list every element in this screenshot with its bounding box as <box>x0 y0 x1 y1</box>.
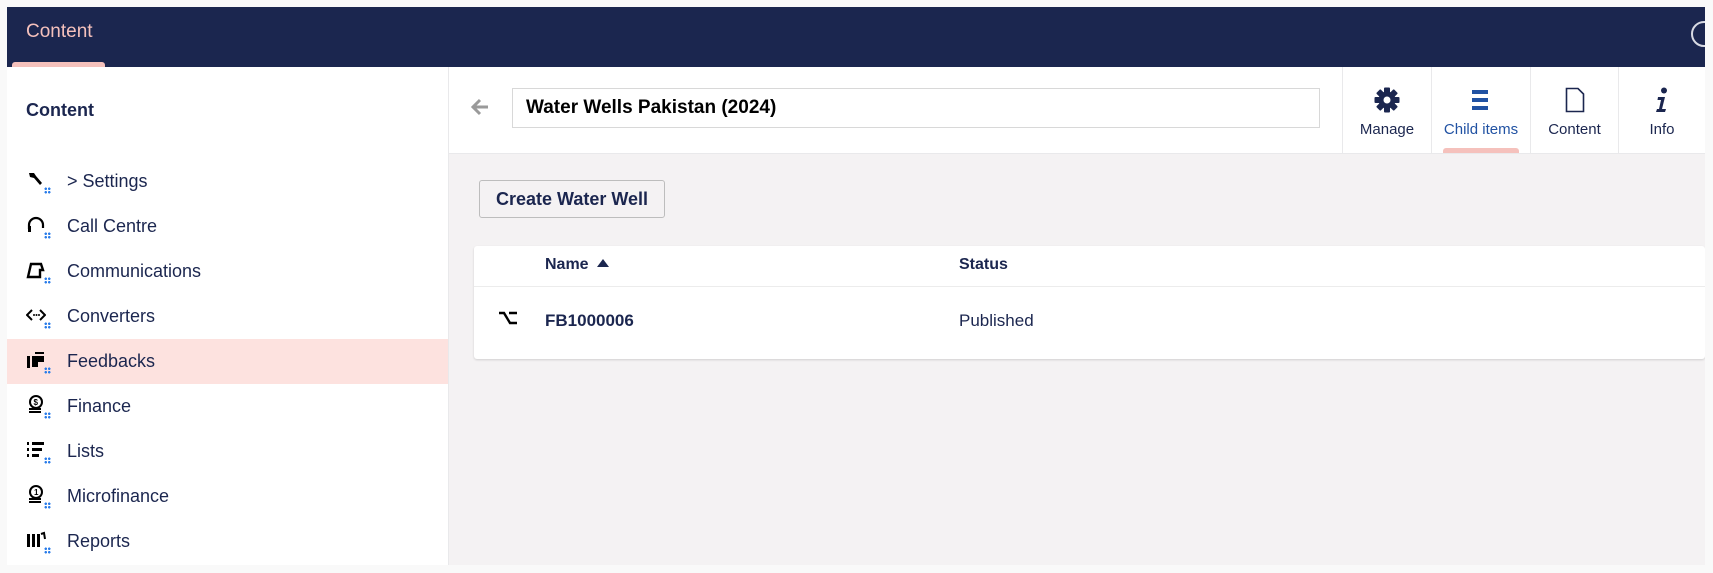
app-button-info[interactable]: Info <box>1618 67 1705 153</box>
app-button-manage[interactable]: Manage <box>1342 67 1431 153</box>
table-header: Name Status <box>474 246 1705 287</box>
sidebar-item-feedbacks[interactable]: Feedbacks <box>7 339 448 384</box>
help-icon[interactable] <box>1691 21 1705 47</box>
sidebar-item-finance[interactable]: $ Finance <box>7 384 448 429</box>
sidebar-item-call-centre[interactable]: Call Centre <box>7 204 448 249</box>
column-header-label: Name <box>545 256 589 273</box>
section-tab-label: Content <box>26 21 93 42</box>
sidebar-item-label: Converters <box>67 306 156 326</box>
sidebar-item-label: Feedbacks <box>67 351 156 371</box>
sidebar-item-communications[interactable]: Communications <box>7 249 448 294</box>
code-arrows-icon <box>26 305 51 329</box>
node-name-input[interactable] <box>512 88 1320 128</box>
numbered-list-icon <box>26 440 51 464</box>
wrench-icon <box>26 170 51 194</box>
sidebar-item-label: Lists <box>67 441 105 461</box>
sidebar-item-converters[interactable]: Converters <box>7 294 448 339</box>
sidebar-item-settings[interactable]: > Settings <box>7 159 448 204</box>
document-icon <box>1531 87 1618 113</box>
active-app-indicator <box>1443 148 1519 153</box>
sidebar-nav: > Settings Call Centre Communications Co… <box>7 159 448 564</box>
sidebar-item-label: > Settings <box>67 171 148 191</box>
app-window: Content Content > Settings Call Centre C… <box>7 7 1705 565</box>
app-button-child-items[interactable]: Child items <box>1431 67 1530 153</box>
column-header-name[interactable]: Name <box>545 256 609 274</box>
sidebar-item-label: Communications <box>67 261 202 281</box>
svg-text:$: $ <box>34 398 39 407</box>
option-icon <box>498 311 518 330</box>
headset-icon <box>26 215 51 239</box>
info-icon <box>1619 87 1705 113</box>
svg-text:1: 1 <box>34 488 39 497</box>
list-icon <box>1432 87 1530 113</box>
sidebar-item-label: Reports <box>67 531 131 551</box>
top-bar: Content <box>7 7 1705 67</box>
arrow-left-icon <box>470 98 488 116</box>
table-row[interactable]: FB1000006 Published <box>474 287 1705 359</box>
section-tab-content[interactable]: Content <box>7 7 111 67</box>
feedback-icon <box>26 350 51 374</box>
books-icon <box>26 530 51 554</box>
row-status: Published <box>959 311 1034 330</box>
sidebar-item-label: Call Centre <box>67 216 158 236</box>
row-name[interactable]: FB1000006 <box>545 311 634 331</box>
content-header: Manage Child items Content Info <box>449 67 1705 154</box>
app-label: Manage <box>1359 121 1415 138</box>
column-header-status[interactable]: Status <box>959 256 1008 274</box>
sidebar-item-reports[interactable]: Reports <box>7 519 448 564</box>
app-button-content[interactable]: Content <box>1530 67 1618 153</box>
content-apps: Manage Child items Content Info <box>1342 67 1705 153</box>
app-label: Content <box>1548 121 1601 138</box>
sidebar-item-label: Microfinance <box>67 486 170 506</box>
child-items-table: Name Status FB1000006 Published <box>474 246 1705 359</box>
sidebar-title: Content <box>26 100 94 120</box>
communications-icon <box>26 260 51 284</box>
app-label: Info <box>1649 121 1675 138</box>
sort-ascending-icon <box>596 259 609 267</box>
app-label: Child items <box>1443 121 1519 138</box>
sidebar-item-lists[interactable]: Lists <box>7 429 448 474</box>
coins-dollar-icon: $ <box>26 395 51 419</box>
back-button[interactable] <box>470 98 493 120</box>
create-water-well-button[interactable]: Create Water Well <box>479 180 666 218</box>
sidebar: Content > Settings Call Centre Communica… <box>7 67 449 565</box>
sidebar-item-microfinance[interactable]: 1 Microfinance <box>7 474 448 519</box>
gear-icon <box>1343 87 1431 113</box>
coins-one-icon: 1 <box>26 485 51 509</box>
sidebar-item-label: Finance <box>67 396 132 416</box>
